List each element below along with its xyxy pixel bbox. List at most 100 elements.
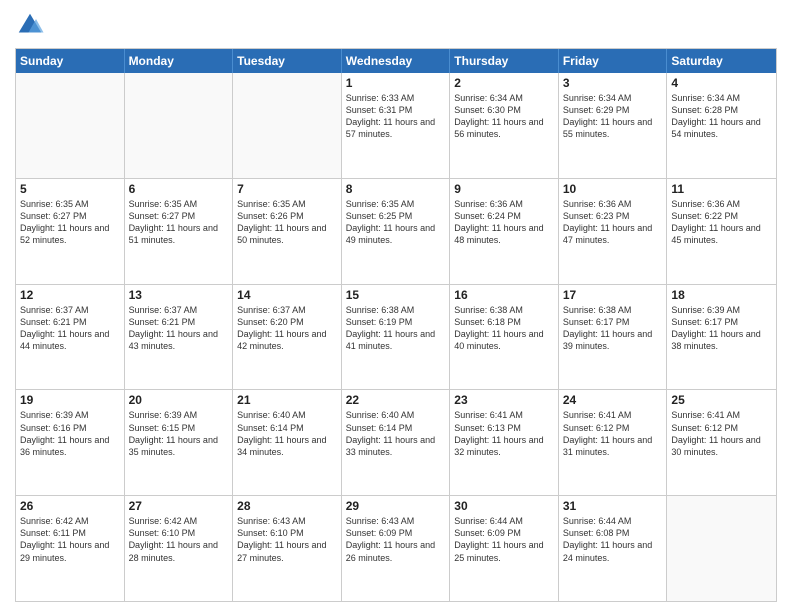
day-cell-30: 30 Sunrise: 6:44 AM Sunset: 6:09 PM Dayli… [450,496,559,601]
calendar-row-1: 5 Sunrise: 6:35 AM Sunset: 6:27 PM Daylig… [16,179,776,285]
day-cell-21: 21 Sunrise: 6:40 AM Sunset: 6:14 PM Dayli… [233,390,342,495]
day-info: Sunrise: 6:35 AM Sunset: 6:27 PM Dayligh… [20,198,120,247]
day-info: Sunrise: 6:38 AM Sunset: 6:19 PM Dayligh… [346,304,446,353]
weekday-header-wednesday: Wednesday [342,49,451,73]
day-number: 29 [346,499,446,513]
day-info: Sunrise: 6:39 AM Sunset: 6:16 PM Dayligh… [20,409,120,458]
day-cell-11: 11 Sunrise: 6:36 AM Sunset: 6:22 PM Dayli… [667,179,776,284]
day-number: 21 [237,393,337,407]
day-cell-24: 24Sunrise: 6:41 AM Sunset: 6:12 PM Dayli… [559,390,668,495]
day-number: 5 [20,182,120,196]
day-cell-12: 12Sunrise: 6:37 AM Sunset: 6:21 PM Dayli… [16,285,125,390]
day-info: Sunrise: 6:35 AM Sunset: 6:25 PM Dayligh… [346,198,446,247]
day-cell-4: 4 Sunrise: 6:34 AM Sunset: 6:28 PM Daylig… [667,73,776,178]
page: SundayMondayTuesdayWednesdayThursdayFrid… [0,0,792,612]
day-info: Sunrise: 6:44 AM Sunset: 6:09 PM Dayligh… [454,515,554,564]
day-info: Sunrise: 6:42 AM Sunset: 6:11 PM Dayligh… [20,515,120,564]
calendar: SundayMondayTuesdayWednesdayThursdayFrid… [15,48,777,602]
day-number: 16 [454,288,554,302]
day-number: 31 [563,499,663,513]
day-cell-29: 29Sunrise: 6:43 AM Sunset: 6:09 PM Dayli… [342,496,451,601]
day-number: 4 [671,76,772,90]
day-cell-6: 6 Sunrise: 6:35 AM Sunset: 6:27 PM Daylig… [125,179,234,284]
day-info: Sunrise: 6:41 AM Sunset: 6:12 PM Dayligh… [671,409,772,458]
day-info: Sunrise: 6:39 AM Sunset: 6:15 PM Dayligh… [129,409,229,458]
empty-cell [16,73,125,178]
day-cell-23: 23 Sunrise: 6:41 AM Sunset: 6:13 PM Dayli… [450,390,559,495]
day-number: 10 [563,182,663,196]
day-cell-18: 18Sunrise: 6:39 AM Sunset: 6:17 PM Dayli… [667,285,776,390]
day-number: 2 [454,76,554,90]
day-number: 14 [237,288,337,302]
day-cell-28: 28 Sunrise: 6:43 AM Sunset: 6:10 PM Dayli… [233,496,342,601]
day-cell-5: 5 Sunrise: 6:35 AM Sunset: 6:27 PM Daylig… [16,179,125,284]
logo-icon [15,10,45,40]
weekday-header-monday: Monday [125,49,234,73]
day-info: Sunrise: 6:35 AM Sunset: 6:26 PM Dayligh… [237,198,337,247]
weekday-header-tuesday: Tuesday [233,49,342,73]
day-number: 6 [129,182,229,196]
day-number: 27 [129,499,229,513]
header [15,10,777,40]
day-info: Sunrise: 6:40 AM Sunset: 6:14 PM Dayligh… [237,409,337,458]
day-number: 18 [671,288,772,302]
day-info: Sunrise: 6:36 AM Sunset: 6:23 PM Dayligh… [563,198,663,247]
calendar-row-4: 26 Sunrise: 6:42 AM Sunset: 6:11 PM Dayli… [16,496,776,601]
day-info: Sunrise: 6:40 AM Sunset: 6:14 PM Dayligh… [346,409,446,458]
day-number: 28 [237,499,337,513]
calendar-row-0: 1Sunrise: 6:33 AM Sunset: 6:31 PM Daylig… [16,73,776,179]
day-cell-16: 16 Sunrise: 6:38 AM Sunset: 6:18 PM Dayli… [450,285,559,390]
empty-cell [125,73,234,178]
day-number: 11 [671,182,772,196]
day-info: Sunrise: 6:37 AM Sunset: 6:20 PM Dayligh… [237,304,337,353]
day-number: 23 [454,393,554,407]
day-number: 25 [671,393,772,407]
logo [15,10,49,40]
day-number: 17 [563,288,663,302]
day-info: Sunrise: 6:38 AM Sunset: 6:17 PM Dayligh… [563,304,663,353]
day-cell-26: 26 Sunrise: 6:42 AM Sunset: 6:11 PM Dayli… [16,496,125,601]
empty-cell [233,73,342,178]
day-info: Sunrise: 6:44 AM Sunset: 6:08 PM Dayligh… [563,515,663,564]
weekday-header-friday: Friday [559,49,668,73]
day-info: Sunrise: 6:35 AM Sunset: 6:27 PM Dayligh… [129,198,229,247]
day-cell-31: 31 Sunrise: 6:44 AM Sunset: 6:08 PM Dayli… [559,496,668,601]
day-cell-22: 22 Sunrise: 6:40 AM Sunset: 6:14 PM Dayli… [342,390,451,495]
day-info: Sunrise: 6:41 AM Sunset: 6:13 PM Dayligh… [454,409,554,458]
day-info: Sunrise: 6:34 AM Sunset: 6:29 PM Dayligh… [563,92,663,141]
day-number: 7 [237,182,337,196]
day-info: Sunrise: 6:42 AM Sunset: 6:10 PM Dayligh… [129,515,229,564]
day-cell-14: 14 Sunrise: 6:37 AM Sunset: 6:20 PM Dayli… [233,285,342,390]
day-number: 22 [346,393,446,407]
day-info: Sunrise: 6:37 AM Sunset: 6:21 PM Dayligh… [129,304,229,353]
day-info: Sunrise: 6:34 AM Sunset: 6:28 PM Dayligh… [671,92,772,141]
day-info: Sunrise: 6:41 AM Sunset: 6:12 PM Dayligh… [563,409,663,458]
calendar-header: SundayMondayTuesdayWednesdayThursdayFrid… [16,49,776,73]
day-info: Sunrise: 6:36 AM Sunset: 6:22 PM Dayligh… [671,198,772,247]
day-number: 9 [454,182,554,196]
day-cell-1: 1Sunrise: 6:33 AM Sunset: 6:31 PM Daylig… [342,73,451,178]
day-number: 26 [20,499,120,513]
day-info: Sunrise: 6:36 AM Sunset: 6:24 PM Dayligh… [454,198,554,247]
day-cell-3: 3 Sunrise: 6:34 AM Sunset: 6:29 PM Daylig… [559,73,668,178]
day-cell-15: 15 Sunrise: 6:38 AM Sunset: 6:19 PM Dayli… [342,285,451,390]
day-number: 13 [129,288,229,302]
day-info: Sunrise: 6:37 AM Sunset: 6:21 PM Dayligh… [20,304,120,353]
day-cell-9: 9 Sunrise: 6:36 AM Sunset: 6:24 PM Daylig… [450,179,559,284]
day-cell-25: 25 Sunrise: 6:41 AM Sunset: 6:12 PM Dayli… [667,390,776,495]
day-cell-7: 7 Sunrise: 6:35 AM Sunset: 6:26 PM Daylig… [233,179,342,284]
weekday-header-sunday: Sunday [16,49,125,73]
day-cell-10: 10 Sunrise: 6:36 AM Sunset: 6:23 PM Dayli… [559,179,668,284]
day-cell-8: 8Sunrise: 6:35 AM Sunset: 6:25 PM Daylig… [342,179,451,284]
day-number: 30 [454,499,554,513]
day-info: Sunrise: 6:43 AM Sunset: 6:10 PM Dayligh… [237,515,337,564]
day-number: 15 [346,288,446,302]
day-cell-20: 20 Sunrise: 6:39 AM Sunset: 6:15 PM Dayli… [125,390,234,495]
weekday-header-saturday: Saturday [667,49,776,73]
day-number: 19 [20,393,120,407]
day-number: 20 [129,393,229,407]
day-cell-27: 27 Sunrise: 6:42 AM Sunset: 6:10 PM Dayli… [125,496,234,601]
day-info: Sunrise: 6:38 AM Sunset: 6:18 PM Dayligh… [454,304,554,353]
day-number: 3 [563,76,663,90]
calendar-body: 1Sunrise: 6:33 AM Sunset: 6:31 PM Daylig… [16,73,776,601]
